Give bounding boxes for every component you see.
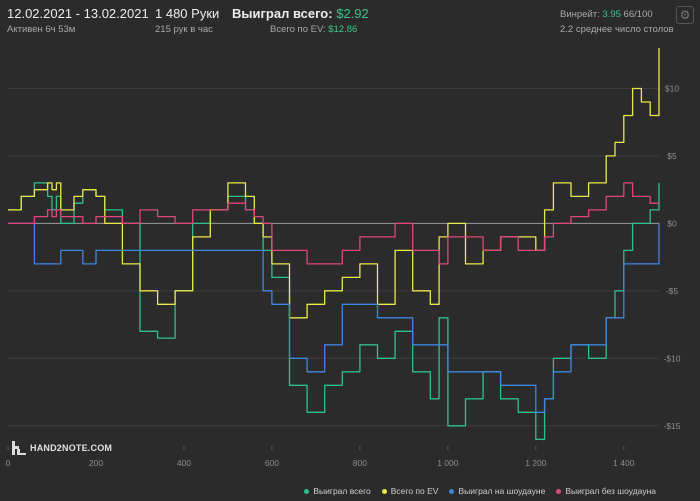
legend-item-pink[interactable]: Выиграл без шоудауна xyxy=(556,484,656,498)
legend-item-blue[interactable]: Выиграл на шоудауне xyxy=(449,484,545,498)
ev-total-label: Всего по EV: xyxy=(270,24,326,35)
winrate: Винрейт: 3.95 66/100 xyxy=(560,9,653,20)
ev-total: Всего по EV: $12.86 xyxy=(270,24,357,35)
series-line-blue xyxy=(8,222,660,413)
won-total: Выиграл всего: $2.92 xyxy=(232,6,369,21)
gear-icon: ⚙ xyxy=(679,8,691,22)
x-tick-label: 800 xyxy=(353,458,367,468)
active-time: Активен 6ч 53м xyxy=(7,24,76,35)
y-tick-label: $0 xyxy=(667,218,677,228)
logo-mark-icon xyxy=(12,441,26,455)
legend-label: Выиграл без шоудауна xyxy=(565,486,656,496)
y-axis-ticks: $10 $5 $0 -$5 -$10 -$15 xyxy=(663,83,680,430)
hands-count: 1 480 Руки xyxy=(155,6,220,21)
logo-text: HAND2NOTE.COM xyxy=(30,443,113,453)
x-tick-label: 1 200 xyxy=(525,458,547,468)
x-tick-label: 1 000 xyxy=(437,458,459,468)
legend-label: Выиграл всего xyxy=(313,486,371,496)
hands-per-hour: 215 рук в час xyxy=(155,24,213,35)
legend-dot xyxy=(556,488,562,494)
x-tick-label: 400 xyxy=(177,458,191,468)
stats-header: 12.02.2021 - 13.02.2021 Активен 6ч 53м 1… xyxy=(0,0,700,40)
legend-dot xyxy=(304,488,310,494)
legend-dot xyxy=(381,488,387,494)
legend-label: Выиграл на шоудауне xyxy=(458,486,546,496)
y-tick-label: -$10 xyxy=(663,353,680,363)
settings-button[interactable]: ⚙ xyxy=(676,6,694,24)
x-tick-label: 600 xyxy=(265,458,279,468)
y-tick-label: -$15 xyxy=(663,421,680,431)
legend-dot xyxy=(449,488,455,494)
x-tick-label: 1 400 xyxy=(613,458,635,468)
won-total-value: $2.92 xyxy=(336,6,369,21)
x-tick-label: 0 xyxy=(6,458,11,468)
legend-label: Всего по EV xyxy=(390,486,439,496)
legend-item-yellow[interactable]: Всего по EV xyxy=(381,484,439,498)
avg-tables: 2.2 среднее число столов xyxy=(560,24,674,35)
hand2note-logo: HAND2NOTE.COM xyxy=(12,441,112,455)
date-range: 12.02.2021 - 13.02.2021 xyxy=(7,6,149,21)
winrate-label: Винрейт: xyxy=(560,9,600,20)
winrate-count: 66/100 xyxy=(623,9,653,20)
grid xyxy=(8,87,659,427)
y-tick-label: -$5 xyxy=(666,286,679,296)
legend-item-green[interactable]: Выиграл всего xyxy=(304,484,371,498)
ev-total-value: $12.86 xyxy=(328,24,358,35)
y-tick-label: $10 xyxy=(665,83,679,93)
series-line-green xyxy=(8,182,660,440)
y-tick-label: $5 xyxy=(667,151,677,161)
legend: Выиграл всего Всего по EV Выиграл на шоу… xyxy=(0,484,700,498)
series-lines xyxy=(7,47,660,440)
winrate-value: 3.95 xyxy=(602,9,621,20)
profit-chart: $10 $5 $0 -$5 -$10 -$15 0 200 400 600 800 1 000 1 2… xyxy=(6,47,681,468)
won-total-label: Выиграл всего: xyxy=(232,6,333,21)
x-tick-label: 200 xyxy=(89,458,103,468)
